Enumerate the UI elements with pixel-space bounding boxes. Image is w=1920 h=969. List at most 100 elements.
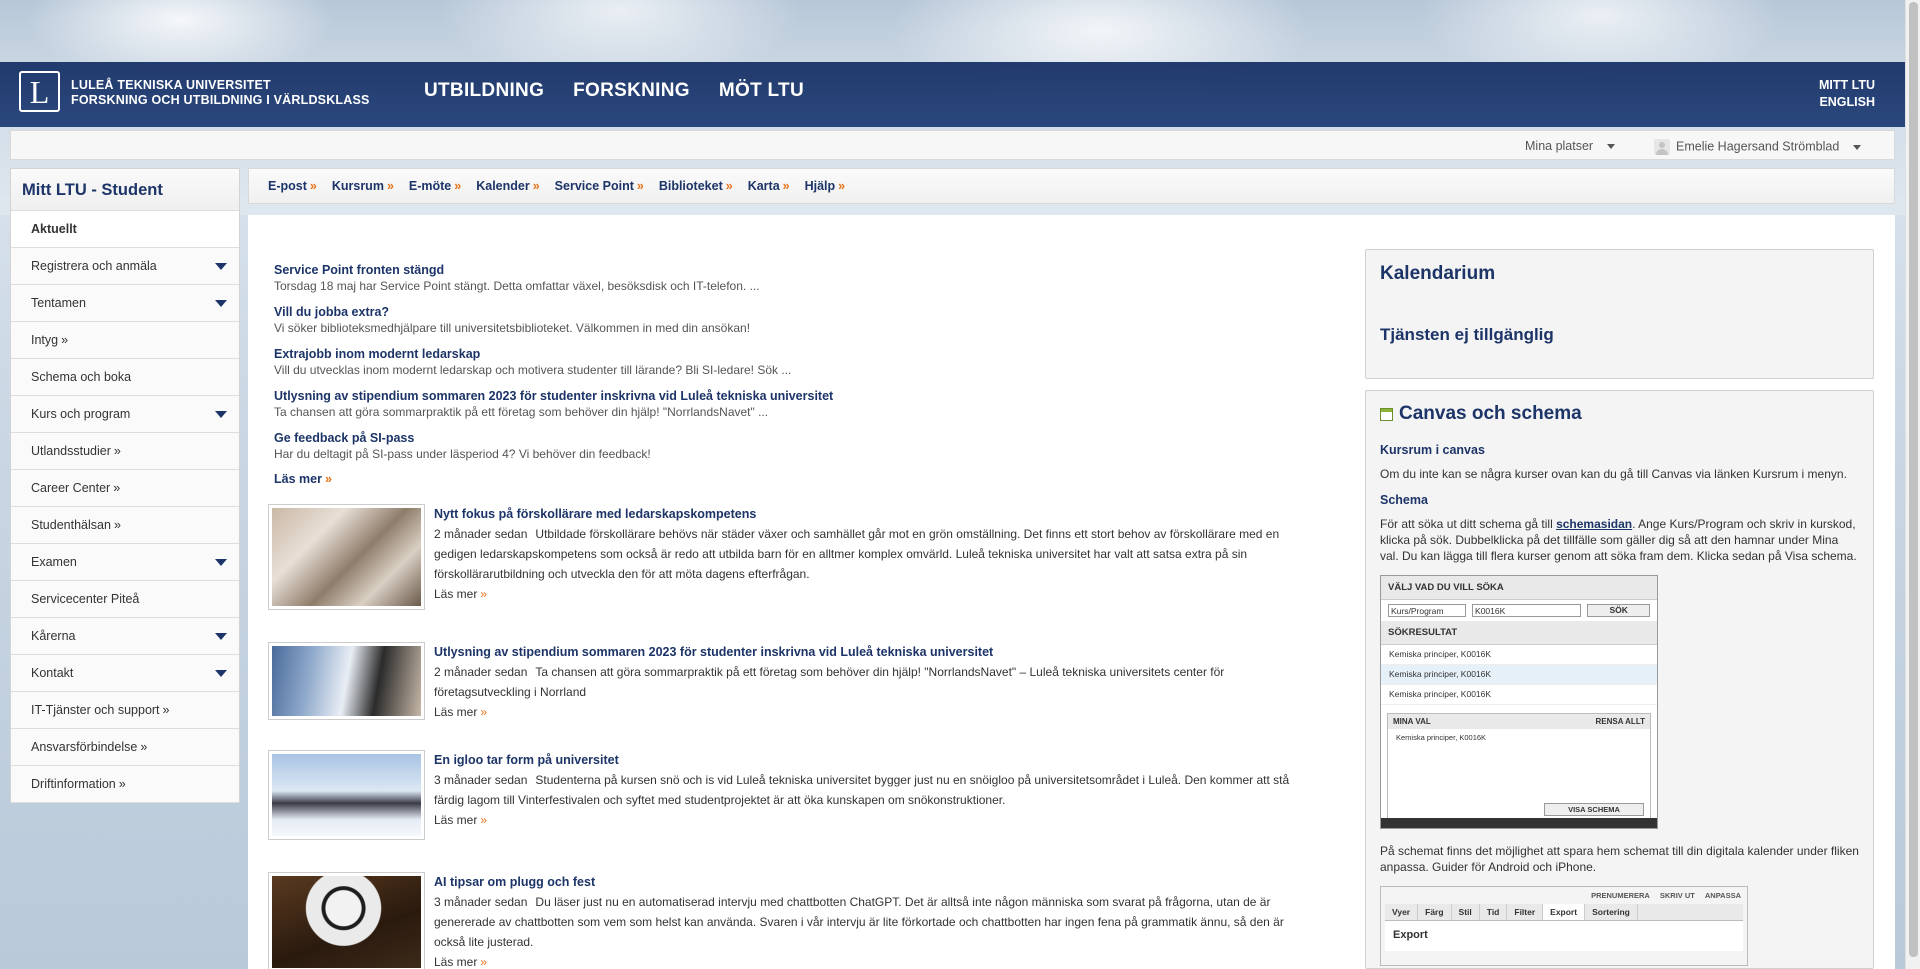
article-thumbnail[interactable]	[268, 750, 425, 840]
expand-arrow-icon[interactable]	[215, 299, 227, 307]
quicklink-emote[interactable]: E-möte»	[409, 179, 461, 193]
export-tab: Filter	[1507, 904, 1544, 920]
raquo-icon: »	[480, 955, 488, 969]
quicklink-label: E-post	[268, 179, 307, 193]
article-date: 2 månader sedan	[434, 665, 528, 679]
quicklink-label: Kalender	[476, 179, 530, 193]
article-read-more[interactable]: Läs mer»	[434, 584, 1314, 604]
expand-arrow-icon[interactable]	[215, 262, 227, 270]
sidebar-item-career-center[interactable]: Career Center»	[11, 470, 239, 507]
sidebar-item-aktuellt[interactable]: Aktuellt	[11, 211, 239, 248]
nav-forskning[interactable]: FORSKNING	[573, 80, 690, 102]
news-title[interactable]: Vill du jobba extra?	[274, 304, 1324, 320]
sidebar-item-registrera[interactable]: Registrera och anmäla	[11, 248, 239, 285]
news-more-link[interactable]: Läs mer»	[274, 472, 1324, 486]
nav-utbildning[interactable]: UTBILDNING	[424, 80, 544, 102]
news-list: Service Point fronten stängd Torsdag 18 …	[274, 262, 1324, 486]
sidebar-item-intyg[interactable]: Intyg»	[11, 322, 239, 359]
article-read-more[interactable]: Läs mer»	[434, 810, 1314, 830]
sidebar-item-tentamen[interactable]: Tentamen	[11, 285, 239, 322]
article-title[interactable]: En igloo tar form på universitet	[434, 750, 1314, 770]
sidebar-item-karerna[interactable]: Kårerna	[11, 618, 239, 655]
scrollbar-thumb[interactable]	[1909, 2, 1918, 957]
expand-arrow-icon[interactable]	[215, 632, 227, 640]
sidebar-item-kontakt[interactable]: Kontakt	[11, 655, 239, 692]
logo-letter: L	[29, 73, 50, 110]
article-text: AI tipsar om plugg och fest 3 månader se…	[434, 872, 1314, 969]
sidebar-item-kurs-program[interactable]: Kurs och program	[11, 396, 239, 433]
quicklink-biblioteket[interactable]: Biblioteket»	[659, 179, 733, 193]
quicklink-service-point[interactable]: Service Point»	[555, 179, 644, 193]
sidebar-item-driftinformation[interactable]: Driftinformation»	[11, 766, 239, 803]
kalendarium-unavailable: Tjänsten ej tillgänglig	[1380, 325, 1554, 344]
raquo-icon: »	[386, 179, 394, 193]
raquo-icon: »	[61, 333, 69, 347]
sidebar-item-label: Tentamen	[31, 296, 86, 310]
article-read-more[interactable]: Läs mer»	[434, 702, 1314, 722]
article-body-text: Ta chansen att göra sommarpraktik på ett…	[434, 665, 1225, 699]
sidebar-item-schema[interactable]: Schema och boka	[11, 359, 239, 396]
article-title[interactable]: AI tipsar om plugg och fest	[434, 872, 1314, 892]
ltu-logo[interactable]: L	[19, 71, 60, 112]
export-tabs: Vyer Färg Stil Tid Filter Export Sorteri…	[1385, 904, 1743, 921]
news-title[interactable]: Extrajobb inom modernt ledarskap	[274, 346, 1324, 362]
quicklink-hjalp[interactable]: Hjälp»	[805, 179, 846, 193]
sidebar-item-ansvarsforbindelse[interactable]: Ansvarsförbindelse»	[11, 729, 239, 766]
quicklink-label: Biblioteket	[658, 179, 723, 193]
article-read-more[interactable]: Läs mer»	[434, 952, 1314, 969]
raquo-icon: »	[532, 179, 540, 193]
sidebar-item-label: Kårerna	[31, 629, 76, 643]
article-thumbnail[interactable]	[268, 872, 425, 969]
shot-heading: VÄLJ VAD DU VILL SÖKA	[1381, 576, 1657, 600]
shot-mina-val-header: MINA VAL RENSA ALLT	[1388, 714, 1650, 729]
raquo-icon: »	[480, 813, 488, 827]
raquo-icon: »	[480, 705, 488, 719]
chevron-down-icon	[1853, 144, 1862, 150]
quicklink-kalender[interactable]: Kalender»	[476, 179, 539, 193]
brand-text[interactable]: LULEÅ TEKNISKA UNIVERSITET FORSKNING OCH…	[71, 78, 370, 108]
sidebar-item-label: Examen	[31, 555, 77, 569]
article-text: Nytt fokus på förskollärare med ledarska…	[434, 504, 1314, 604]
expand-arrow-icon[interactable]	[215, 669, 227, 677]
news-title[interactable]: Utlysning av stipendium sommaren 2023 fö…	[274, 388, 1324, 404]
article-body: 3 månader sedan Du läser just nu en autom…	[434, 892, 1314, 952]
schemasidan-link[interactable]: schemasidan	[1556, 517, 1632, 531]
mina-platser-dropdown[interactable]: Mina platser	[1525, 139, 1616, 153]
quicklink-karta[interactable]: Karta»	[748, 179, 790, 193]
schema-text: För att söka ut ditt schema gå till sche…	[1380, 516, 1859, 564]
sidebar-item-label: Servicecenter Piteå	[31, 592, 140, 606]
shot-mina-val: MINA VAL RENSA ALLT Kemiska principer, K0…	[1387, 713, 1651, 823]
vertical-scrollbar[interactable]	[1905, 0, 1920, 969]
article-title[interactable]: Nytt fokus på förskollärare med ledarska…	[434, 504, 1314, 524]
nav-mot-ltu[interactable]: MÖT LTU	[719, 80, 804, 102]
article-title[interactable]: Utlysning av stipendium sommaren 2023 fö…	[434, 642, 1314, 662]
link-english[interactable]: ENGLISH	[1819, 94, 1875, 111]
sidebar-item-examen[interactable]: Examen	[11, 544, 239, 581]
sidebar-item-studenthalsan[interactable]: Studenthälsan»	[11, 507, 239, 544]
brand-line-2: FORSKNING OCH UTBILDNING I VÄRLDSKLASS	[71, 93, 370, 107]
shot-search-button: SÖK	[1587, 604, 1650, 617]
sidebar-item-servicecenter-pitea[interactable]: Servicecenter Piteå	[11, 581, 239, 618]
sidebar-item-label: Kontakt	[31, 666, 74, 680]
news-title[interactable]: Ge feedback på SI-pass	[274, 430, 1324, 446]
link-mitt-ltu[interactable]: MITT LTU	[1819, 77, 1875, 94]
sidebar-item-label: Career Center»	[31, 481, 120, 495]
article-body-text: Utbildade förskollärare behövs när städe…	[434, 527, 1280, 581]
quicklink-label: Karta	[747, 179, 780, 193]
export-top-links: PRENUMERERA SKRIV UT ANPASSA	[1381, 887, 1747, 904]
shot-search-row: Kurs/Program K0016K SÖK	[1381, 600, 1657, 621]
expand-arrow-icon[interactable]	[215, 410, 227, 418]
article-thumbnail[interactable]	[268, 504, 425, 610]
sidebar-item-it-tjanster[interactable]: IT-Tjänster och support»	[11, 692, 239, 729]
article-thumbnail[interactable]	[268, 642, 425, 720]
export-tab: Färg	[1418, 904, 1452, 920]
article-body: 2 månader sedan Ta chansen att göra somma…	[434, 662, 1314, 702]
news-title[interactable]: Service Point fronten stängd	[274, 262, 1324, 278]
sidebar-item-utlandsstudier[interactable]: Utlandsstudier»	[11, 433, 239, 470]
quicklink-epost[interactable]: E-post»	[268, 179, 317, 193]
user-menu-dropdown[interactable]: Emelie Hagersand Strömblad	[1654, 139, 1862, 155]
quicklink-kursrum[interactable]: Kursrum»	[332, 179, 394, 193]
article-body: 2 månader sedan Utbildade förskollärare b…	[434, 524, 1314, 584]
shot-visa-schema: VISA SCHEMA	[1544, 803, 1644, 816]
expand-arrow-icon[interactable]	[215, 558, 227, 566]
